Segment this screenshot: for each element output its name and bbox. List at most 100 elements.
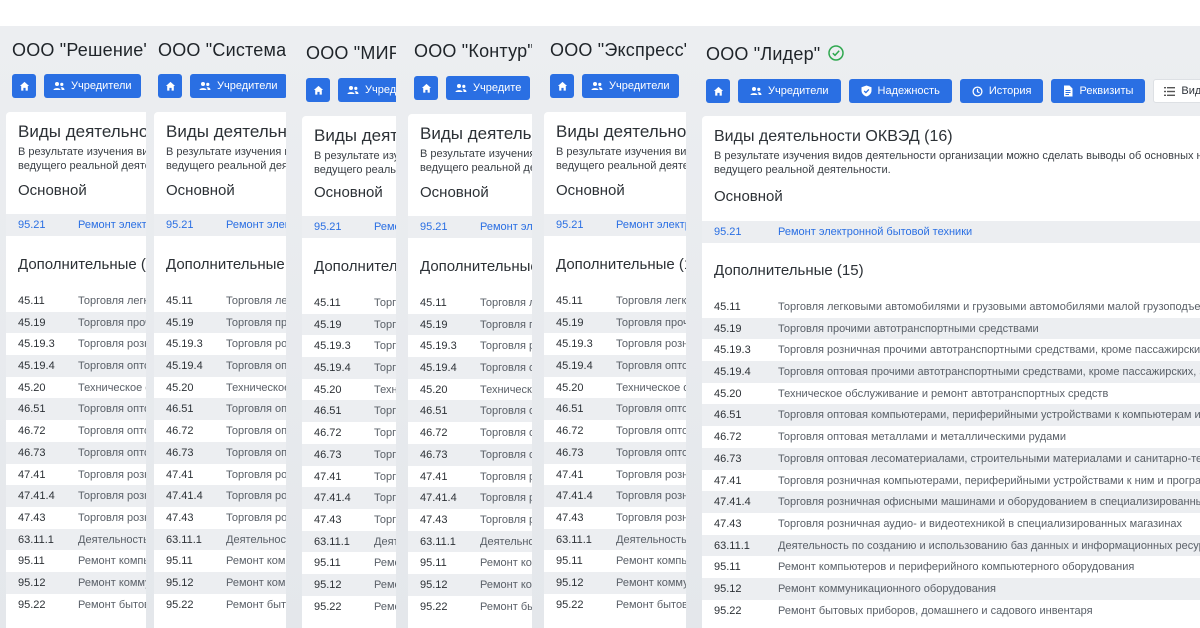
activity-row[interactable]: 46.73 Торговля оптовая лесоматериалами, с… <box>702 447 1200 470</box>
activity-row[interactable]: 47.43 Торговля розничная аудио- и видеоте… <box>302 509 396 531</box>
main-activity-row[interactable]: 95.21Ремонт электронной бытовой техники <box>302 216 396 238</box>
activity-row[interactable]: 45.11 Торговля легковыми автомобилями и г… <box>154 290 286 312</box>
founders-button[interactable]: Учредители <box>190 74 286 98</box>
activity-row[interactable]: 95.22 Ремонт бытовых приборов, домашнего … <box>154 594 286 616</box>
requisites-button[interactable]: Реквизиты <box>1051 79 1146 103</box>
activity-row[interactable]: 45.20 Техническое обслуживание и ремонт а… <box>6 377 146 399</box>
activity-row[interactable]: 45.20 Техническое обслуживание и ремонт а… <box>302 379 396 401</box>
activity-row[interactable]: 95.11 Ремонт компьютеров и периферийного … <box>302 552 396 574</box>
activity-row[interactable]: 95.22 Ремонт бытовых приборов, домашнего … <box>544 594 686 616</box>
activity-row[interactable]: 47.43 Торговля розничная аудио- и видеоте… <box>154 507 286 529</box>
activity-row[interactable]: 95.11 Ремонт компьютеров и периферийного … <box>544 550 686 572</box>
activity-row[interactable]: 95.11 Ремонт компьютеров и периферийного … <box>702 556 1200 578</box>
reliability-button[interactable]: Надежность <box>848 79 952 103</box>
activity-row[interactable]: 45.19.4 Торговля оптовая прочими автотран… <box>154 355 286 377</box>
home-button[interactable] <box>306 78 330 102</box>
activity-row[interactable]: 45.19.3 Торговля розничная прочими автотр… <box>702 339 1200 361</box>
activity-row[interactable]: 45.19 Торговля прочими автотранспортными … <box>544 311 686 334</box>
activity-row[interactable]: 46.72 Торговля оптовая металлами и металл… <box>6 420 146 442</box>
activity-row[interactable]: 46.73 Торговля оптовая лесоматериалами, с… <box>408 443 532 466</box>
home-button[interactable] <box>12 74 36 98</box>
main-activity-row[interactable]: 95.21Ремонт электронной бытовой техники <box>408 216 532 238</box>
activity-row[interactable]: 45.19.4 Торговля оптовая прочими автотран… <box>6 355 146 377</box>
activity-row[interactable]: 46.72 Торговля оптовая металлами и металл… <box>302 422 396 444</box>
activity-row[interactable]: 45.19 Торговля прочими автотранспортными … <box>408 313 532 336</box>
activities-tab-button[interactable]: Виды д <box>1153 79 1200 103</box>
main-activity-row[interactable]: 95.21Ремонт электронной бытовой техники <box>702 221 1200 243</box>
activity-row[interactable]: 45.19 Торговля прочими автотранспортными … <box>6 311 146 334</box>
activity-row[interactable]: 47.43 Торговля розничная аудио- и видеоте… <box>702 513 1200 535</box>
activity-row[interactable]: 45.19.4 Торговля оптовая прочими автотран… <box>544 355 686 377</box>
activity-row[interactable]: 47.41.4 Торговля розничная офисными машин… <box>302 487 396 509</box>
activity-row[interactable]: 47.41 Торговля розничная компьютерами, пе… <box>6 464 146 486</box>
activity-row[interactable]: 47.41 Торговля розничная компьютерами, пе… <box>302 466 396 488</box>
activity-row[interactable]: 45.11 Торговля легковыми автомобилями и г… <box>408 292 532 314</box>
activity-row[interactable]: 45.11 Торговля легковыми автомобилями и г… <box>302 292 396 314</box>
activity-row[interactable]: 45.19 Торговля прочими автотранспортными … <box>154 311 286 334</box>
activity-row[interactable]: 63.11.1 Деятельность по созданию и исполь… <box>408 530 532 553</box>
activity-row[interactable]: 47.41 Торговля розничная компьютерами, пе… <box>544 464 686 486</box>
activity-row[interactable]: 46.73 Торговля оптовая лесоматериалами, с… <box>6 441 146 464</box>
activity-row[interactable]: 47.41.4 Торговля розничная офисными машин… <box>544 485 686 507</box>
activity-row[interactable]: 45.19.3 Торговля розничная прочими автотр… <box>154 333 286 355</box>
history-button[interactable]: История <box>959 79 1044 103</box>
activity-row[interactable]: 95.11 Ремонт компьютеров и периферийного … <box>408 552 532 574</box>
activity-row[interactable]: 47.43 Торговля розничная аудио- и видеоте… <box>544 507 686 529</box>
activity-row[interactable]: 95.12 Ремонт коммуникационного оборудован… <box>6 571 146 594</box>
activity-row[interactable]: 45.11 Торговля легковыми автомобилями и г… <box>544 290 686 312</box>
activity-row[interactable]: 95.12 Ремонт коммуникационного оборудован… <box>544 571 686 594</box>
activity-row[interactable]: 95.12 Ремонт коммуникационного оборудован… <box>302 573 396 596</box>
activity-row[interactable]: 95.11 Ремонт компьютеров и периферийного … <box>154 550 286 572</box>
activity-row[interactable]: 47.41 Торговля розничная компьютерами, пе… <box>408 466 532 488</box>
activity-row[interactable]: 46.51 Торговля оптовая компьютерами, пери… <box>154 398 286 421</box>
activity-row[interactable]: 46.73 Торговля оптовая лесоматериалами, с… <box>302 443 396 466</box>
activity-row[interactable]: 47.41 Торговля розничная компьютерами, пе… <box>154 464 286 486</box>
activity-row[interactable]: 95.22 Ремонт бытовых приборов, домашнего … <box>408 596 532 618</box>
activity-row[interactable]: 45.20 Техническое обслуживание и ремонт а… <box>154 377 286 399</box>
founders-button[interactable]: Учредите <box>446 76 531 100</box>
activity-row[interactable]: 47.41.4 Торговля розничная офисными машин… <box>702 491 1200 513</box>
activity-row[interactable]: 45.19.4 Торговля оптовая прочими автотран… <box>302 357 396 379</box>
activity-row[interactable]: 45.19 Торговля прочими автотранспортными … <box>702 317 1200 340</box>
activity-row[interactable]: 63.11.1 Деятельность по созданию и исполь… <box>6 528 146 551</box>
activity-row[interactable]: 47.41.4 Торговля розничная офисными машин… <box>154 485 286 507</box>
activity-row[interactable]: 45.20 Техническое обслуживание и ремонт а… <box>408 379 532 401</box>
activity-row[interactable]: 45.19.3 Торговля розничная прочими автотр… <box>6 333 146 355</box>
activity-row[interactable]: 45.11 Торговля легковыми автомобилями и г… <box>6 290 146 312</box>
activity-row[interactable]: 45.20 Техническое обслуживание и ремонт а… <box>544 377 686 399</box>
activity-row[interactable]: 63.11.1 Деятельность по созданию и исполь… <box>702 534 1200 557</box>
activity-row[interactable]: 46.73 Торговля оптовая лесоматериалами, с… <box>154 441 286 464</box>
activity-row[interactable]: 47.43 Торговля розничная аудио- и видеоте… <box>408 509 532 531</box>
activity-row[interactable]: 46.51 Торговля оптовая компьютерами, пери… <box>302 400 396 423</box>
activity-row[interactable]: 95.12 Ремонт коммуникационного оборудован… <box>408 573 532 596</box>
activity-row[interactable]: 95.22 Ремонт бытовых приборов, домашнего … <box>302 596 396 618</box>
activity-row[interactable]: 47.41.4 Торговля розничная офисными машин… <box>408 487 532 509</box>
activity-row[interactable]: 45.19.4 Торговля оптовая прочими автотран… <box>408 357 532 379</box>
founders-button[interactable]: Учредители <box>738 79 841 103</box>
home-button[interactable] <box>158 74 182 98</box>
founders-button[interactable]: Учредители <box>582 74 679 98</box>
activity-row[interactable]: 95.22 Ремонт бытовых приборов, домашнего … <box>6 594 146 616</box>
main-activity-row[interactable]: 95.21Ремонт электронной бытовой техники <box>544 214 686 236</box>
activity-row[interactable]: 46.72 Торговля оптовая металлами и металл… <box>154 420 286 442</box>
founders-button[interactable]: Учреди <box>338 78 396 102</box>
activity-row[interactable]: 63.11.1 Деятельность по созданию и исполь… <box>544 528 686 551</box>
activity-row[interactable]: 95.11 Ремонт компьютеров и периферийного … <box>6 550 146 572</box>
activity-row[interactable]: 45.11 Торговля легковыми автомобилями и г… <box>702 296 1200 318</box>
activity-row[interactable]: 63.11.1 Деятельность по созданию и исполь… <box>302 530 396 553</box>
activity-row[interactable]: 45.19.3 Торговля розничная прочими автотр… <box>302 335 396 357</box>
activity-row[interactable]: 95.12 Ремонт коммуникационного оборудован… <box>702 577 1200 600</box>
activity-row[interactable]: 45.19 Торговля прочими автотранспортными … <box>302 313 396 336</box>
activity-row[interactable]: 95.12 Ремонт коммуникационного оборудован… <box>154 571 286 594</box>
home-button[interactable] <box>706 79 730 103</box>
home-button[interactable] <box>414 76 438 100</box>
activity-row[interactable]: 46.72 Торговля оптовая металлами и металл… <box>544 420 686 442</box>
activity-row[interactable]: 46.51 Торговля оптовая компьютерами, пери… <box>544 398 686 421</box>
activity-row[interactable]: 95.22 Ремонт бытовых приборов, домашнего … <box>702 600 1200 622</box>
activity-row[interactable]: 46.51 Торговля оптовая компьютерами, пери… <box>702 404 1200 427</box>
activity-row[interactable]: 47.43 Торговля розничная аудио- и видеоте… <box>6 507 146 529</box>
activity-row[interactable]: 45.19.3 Торговля розничная прочими автотр… <box>408 335 532 357</box>
founders-button[interactable]: Учредители <box>44 74 141 98</box>
activity-row[interactable]: 45.19.3 Торговля розничная прочими автотр… <box>544 333 686 355</box>
activity-row[interactable]: 46.51 Торговля оптовая компьютерами, пери… <box>408 400 532 423</box>
